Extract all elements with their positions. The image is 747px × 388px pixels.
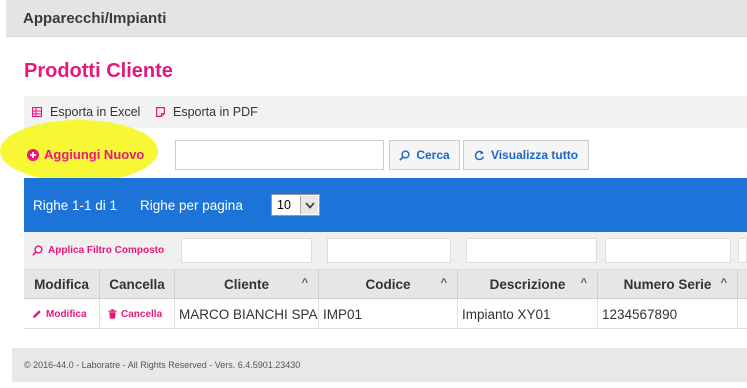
column-header-modifica: Modifica [24,270,100,299]
delete-cell: Cancella [100,299,175,329]
filter-numero-serie-input[interactable] [605,238,731,263]
refresh-icon [474,150,485,160]
pencil-icon [33,310,41,318]
edit-link[interactable]: Modifica [32,309,87,320]
search-button[interactable]: Cerca [389,140,460,170]
table-row: Modifica Cancella MARCO BIANCHI SPA IMP0… [24,299,747,329]
cell-numero-serie: 1234567890 [598,299,738,329]
excel-icon [32,107,42,117]
page-title: Prodotti Cliente [24,60,173,82]
sort-icon: ^ [301,277,308,289]
column-header-numero-serie[interactable]: Numero Serie ^ [598,270,738,299]
filter-codice-input[interactable] [327,238,451,263]
chevron-down-icon [300,196,318,214]
table-header: Modifica Cancella Cliente ^ Codice ^ Des… [24,270,747,299]
export-pdf-link[interactable]: Esporta in PDF [156,105,258,119]
per-page-select[interactable]: 10 [271,194,320,216]
cell-descrizione: Impianto XY01 [458,299,598,329]
filter-row: Applica Filtro Composto [24,232,747,270]
add-new-button[interactable]: Aggiungi Nuovo [27,147,144,162]
column-header-cancella: Cancella [100,270,175,299]
export-bar: Esporta in Excel Esporta in PDF [24,96,747,128]
filter-extra-input[interactable] [738,238,747,263]
search-icon [399,149,410,161]
footer: © 2016-44.0 - Laboratre - All Rights Res… [12,348,747,382]
composite-filter-label: Applica Filtro Composto [48,245,165,256]
cell-cliente: MARCO BIANCHI SPA [175,299,319,329]
sort-icon: ^ [720,277,727,289]
rows-count-text: Righe 1-1 di 1 [33,198,118,213]
search-button-label: Cerca [416,148,450,162]
section-title: Apparecchi/Impianti [23,10,167,27]
export-excel-label: Esporta in Excel [50,105,141,119]
column-header-codice[interactable]: Codice ^ [319,270,458,299]
per-page-value: 10 [277,198,291,212]
sort-icon: ^ [580,277,587,289]
trash-icon [108,309,117,319]
show-all-label: Visualizza tutto [490,148,579,162]
pager-bar: Righe 1-1 di 1 Righe per pagina 10 [24,178,747,232]
filter-descrizione-input[interactable] [466,238,597,263]
cell-codice: IMP01 [319,299,458,329]
search-input[interactable] [175,140,384,170]
per-page-label: Righe per pagina [140,198,243,213]
export-pdf-label: Esporta in PDF [173,105,258,119]
filter-cliente-input[interactable] [181,238,312,263]
sort-icon: ^ [440,277,447,289]
composite-filter-link[interactable]: Applica Filtro Composto [32,245,164,256]
export-excel-link[interactable]: Esporta in Excel [32,105,140,119]
pdf-icon [156,107,165,117]
add-new-label: Aggiungi Nuovo [44,147,145,162]
column-header-descrizione[interactable]: Descrizione ^ [458,270,598,299]
edit-cell: Modifica [24,299,100,329]
delete-link[interactable]: Cancella [108,309,162,320]
footer-text: © 2016-44.0 - Laboratre - All Rights Res… [24,360,301,370]
top-bar: Apparecchi/Impianti [6,0,747,37]
show-all-button[interactable]: Visualizza tutto [463,140,589,170]
search-icon [32,245,43,256]
plus-circle-icon [27,148,39,161]
column-header-cliente[interactable]: Cliente ^ [175,270,319,299]
